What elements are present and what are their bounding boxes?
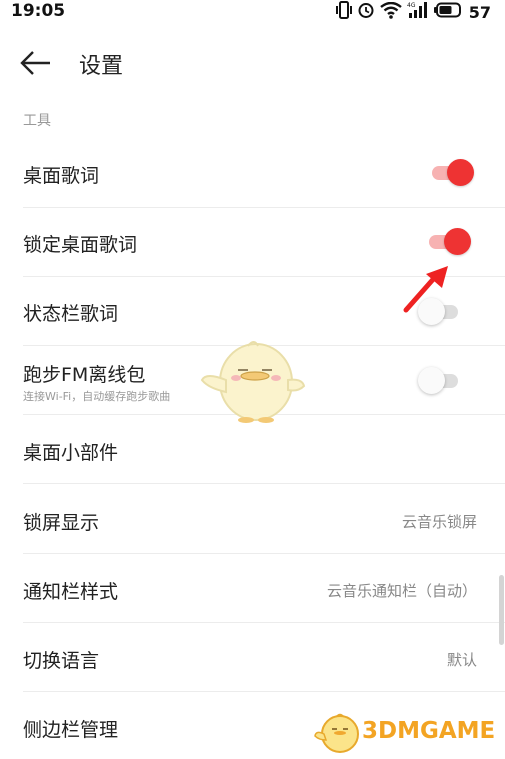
- row-subtitle: 连接Wi-Fi，自动缓存跑步歌曲: [23, 390, 171, 403]
- top-bar: 设置: [0, 40, 505, 86]
- desktop-lyrics-switch[interactable]: [430, 157, 474, 187]
- row-value: 默认: [446, 651, 477, 669]
- row-title: 跑步FM离线包: [23, 364, 146, 386]
- scrollbar[interactable]: [499, 575, 504, 645]
- row-title: 桌面歌词: [23, 165, 100, 187]
- wifi-icon: [379, 1, 402, 23]
- row-title: 切换语言: [23, 650, 100, 672]
- row-value: 云音乐锁屏: [401, 513, 477, 531]
- battery-icon: [433, 2, 462, 22]
- vibrate-icon: [335, 1, 352, 23]
- section-label-tools: 工具: [23, 113, 51, 129]
- back-arrow-icon: [18, 51, 52, 84]
- row-desktop-widget[interactable]: 桌面小部件: [0, 415, 505, 484]
- lock-desktop-lyrics-switch[interactable]: [427, 226, 471, 256]
- watermark-chick-icon: [314, 710, 364, 759]
- status-bar: 19:05 4G 57: [0, 0, 505, 24]
- battery-level: 57: [468, 2, 491, 22]
- signal-icon: 4G: [407, 1, 429, 23]
- settings-screen: 19:05 4G 57 设置 工具 桌面歌词 锁定桌面歌词 状态栏歌词 跑步FM…: [0, 0, 505, 759]
- row-title: 锁屏显示: [23, 512, 100, 534]
- mascot-chick-icon: [198, 330, 308, 425]
- row-title: 锁定桌面歌词: [23, 234, 138, 256]
- divider: [23, 483, 505, 484]
- row-desktop-lyrics[interactable]: 桌面歌词: [0, 139, 505, 208]
- back-button[interactable]: [18, 46, 58, 80]
- red-arrow-icon: [398, 262, 454, 318]
- row-title: 侧边栏管理: [23, 719, 119, 741]
- row-lockscreen-display[interactable]: 锁屏显示 云音乐锁屏: [0, 485, 505, 554]
- row-notification-style[interactable]: 通知栏样式 云音乐通知栏（自动）: [0, 554, 505, 623]
- alarm-icon: [357, 1, 375, 23]
- watermark-text: 3DMGAME: [362, 718, 496, 744]
- network-type-label: 4G: [407, 2, 416, 9]
- row-value: 云音乐通知栏（自动）: [326, 582, 477, 600]
- row-title: 桌面小部件: [23, 442, 119, 464]
- row-switch-language[interactable]: 切换语言 默认: [0, 623, 505, 692]
- watermark-logo: 3DMGAME: [312, 708, 502, 756]
- page-title: 设置: [79, 54, 124, 79]
- row-title: 状态栏歌词: [23, 303, 119, 325]
- running-fm-offline-switch[interactable]: [418, 365, 462, 395]
- status-time: 19:05: [11, 1, 66, 21]
- row-title: 通知栏样式: [23, 581, 119, 603]
- status-icons: 4G 57: [335, 1, 491, 23]
